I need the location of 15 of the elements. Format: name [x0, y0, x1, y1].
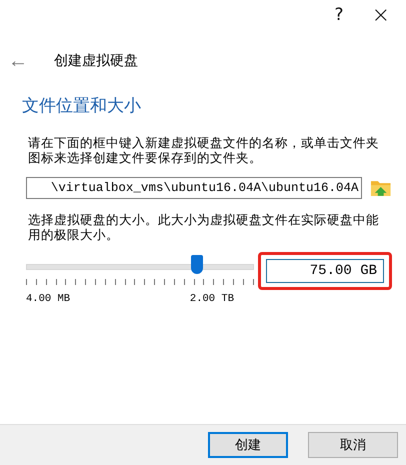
slider-thumb[interactable]	[190, 255, 202, 274]
cancel-button[interactable]: 取消	[308, 432, 398, 458]
help-button[interactable]: ?	[328, 5, 350, 25]
create-button[interactable]: 创建	[208, 432, 288, 458]
back-button[interactable]: ←	[4, 50, 32, 72]
max-size-label: 2.00 TB	[190, 293, 234, 305]
size-hint: 选择虚拟硬盘的大小。此大小为虚拟硬盘文件在实际硬盘中能用的极限大小。	[27, 212, 380, 242]
close-button[interactable]: ×	[366, 2, 396, 28]
size-field[interactable]: 75.00 GB	[266, 259, 384, 283]
min-size-label: 4.00 MB	[26, 293, 70, 305]
dialog-title: 创建虚拟硬盘	[54, 52, 138, 70]
section-heading: 文件位置和大小	[22, 95, 142, 117]
location-hint: 请在下面的框中键入新建虚拟硬盘文件的名称，或单击文件夹图标来选择创建文件要保存到的文件夹。	[27, 135, 380, 165]
folder-icon[interactable]	[370, 178, 392, 198]
path-field[interactable]: \virtualbox_vms\ubuntu16.04A\ubuntu16.04A	[26, 177, 362, 199]
